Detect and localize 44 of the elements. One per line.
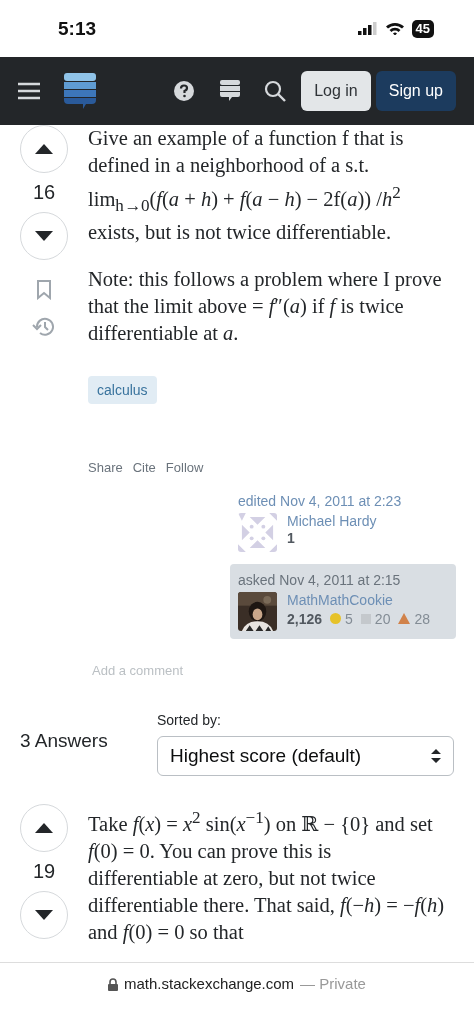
asked-timestamp[interactable]: asked Nov 4, 2011 at 2:15 — [238, 571, 448, 588]
paragraph: Note: this follows a problem where I prove that the limit above = f″(a) iff is twice differentiable at a. — [88, 266, 443, 346]
paragraph: Give an example of a function f that is defined in a neighborhood of a s.t. lim$_{h→0}$(f(a + h) + f(a − h) − 2f(a)) /h$^{2}$ exists, but is not twice differentiable. — [88, 126, 405, 245]
post-action-link[interactable]: Share — [88, 459, 123, 475]
tag[interactable]: calculus — [88, 375, 157, 404]
reputation-score: 1 — [287, 529, 295, 546]
downvote-button[interactable] — [20, 890, 68, 939]
down-arrow-icon — [35, 909, 53, 920]
downvote-button[interactable] — [20, 212, 68, 260]
upvote-button[interactable] — [20, 125, 68, 173]
up-arrow-icon — [35, 822, 53, 833]
user-name-link[interactable]: Michael Hardy — [287, 512, 377, 529]
sort-select[interactable]: Highest score (default) — [157, 735, 454, 776]
log-in-button[interactable]: Log in — [301, 71, 371, 111]
down-arrow-icon — [35, 231, 53, 241]
post-action-link[interactable]: Follow — [165, 459, 204, 475]
search-icon[interactable] — [264, 80, 287, 102]
sort-label: Sorted by: — [157, 711, 222, 728]
vote-count: 16 — [32, 180, 56, 205]
sign-up-button[interactable]: Sign up — [375, 71, 456, 111]
vote-count: 19 — [32, 858, 56, 884]
battery-indicator: 45 — [411, 19, 434, 38]
inbox-icon[interactable] — [220, 80, 241, 102]
badge-count: 5 — [345, 610, 353, 627]
site-logo-icon[interactable] — [64, 73, 96, 109]
reputation-score: 2,126 — [287, 610, 323, 627]
lock-icon — [108, 978, 118, 991]
badge-count: 20 — [374, 610, 391, 627]
signal-icon — [357, 22, 378, 35]
upvote-button[interactable] — [20, 803, 68, 852]
answers-count: 3 Answers — [20, 729, 109, 753]
user-name-link[interactable]: MathMathCookie — [287, 591, 434, 608]
up-arrow-icon — [35, 144, 53, 154]
clock-time: 5:13 — [58, 17, 97, 40]
post-action-link[interactable]: Cite — [132, 459, 156, 475]
browsing-mode: — Private — [300, 975, 366, 994]
edited-timestamp[interactable]: edited Nov 4, 2011 at 2:23 — [238, 492, 448, 509]
paragraph: Take f(x) = x$^{2}$ sin(x$^{−1}$) on ℝ − {0} and set f(0) = 0. You can prove this is differentiable at zero, but not twice differentiable there. That said, f(−h) = −f(h) and f(0) = 0 so that — [88, 806, 446, 946]
select-caret-icon — [431, 748, 441, 763]
page-url[interactable]: math.stackexchange.com — [124, 975, 295, 1025]
help-icon[interactable] — [174, 81, 195, 101]
menu-icon[interactable] — [18, 82, 40, 100]
wifi-icon — [385, 22, 404, 35]
badge-count: 28 — [414, 610, 430, 627]
